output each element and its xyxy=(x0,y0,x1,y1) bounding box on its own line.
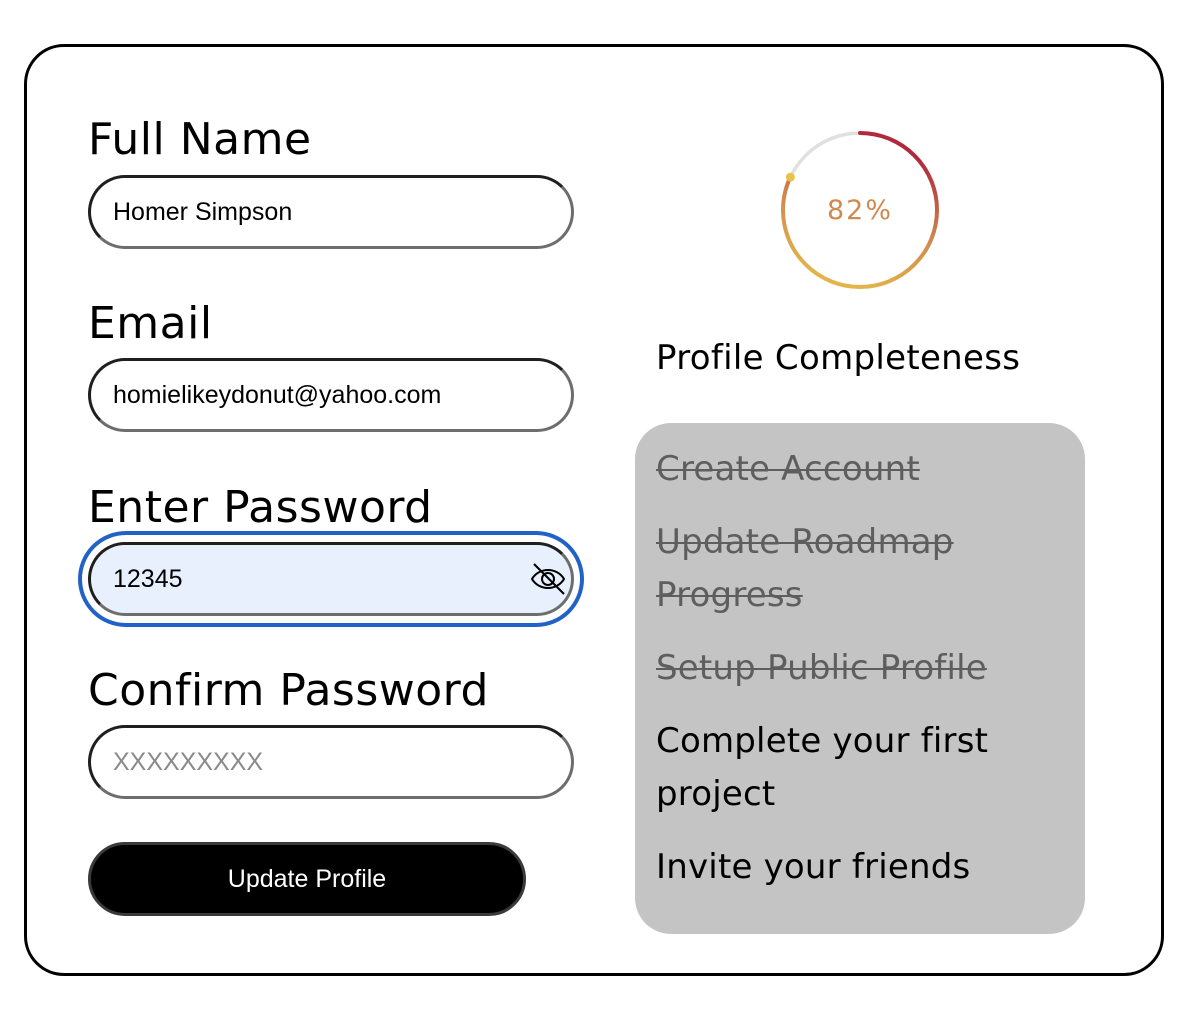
checklist-item: Complete your first project xyxy=(656,721,989,814)
eye-off-icon[interactable] xyxy=(528,561,568,597)
confirm-password-input[interactable] xyxy=(88,725,574,799)
completeness-ring: 82% xyxy=(778,128,942,292)
email-label: Email xyxy=(88,298,213,349)
update-profile-button[interactable]: Update Profile xyxy=(88,842,526,916)
checklist-item: Invite your friends xyxy=(656,847,971,887)
email-input[interactable] xyxy=(88,358,574,432)
checklist-item: Setup Public Profile xyxy=(656,648,987,688)
checklist-item: Create Account xyxy=(656,449,920,489)
full-name-input[interactable] xyxy=(88,175,574,249)
checklist-item: Update Roadmap Progress xyxy=(656,522,954,615)
completeness-title: Profile Completeness xyxy=(656,338,1021,378)
completeness-percent: 82% xyxy=(826,194,893,226)
password-label: Enter Password xyxy=(88,482,433,533)
password-input[interactable] xyxy=(88,542,574,616)
confirm-password-label: Confirm Password xyxy=(88,665,489,716)
full-name-label: Full Name xyxy=(88,114,312,165)
